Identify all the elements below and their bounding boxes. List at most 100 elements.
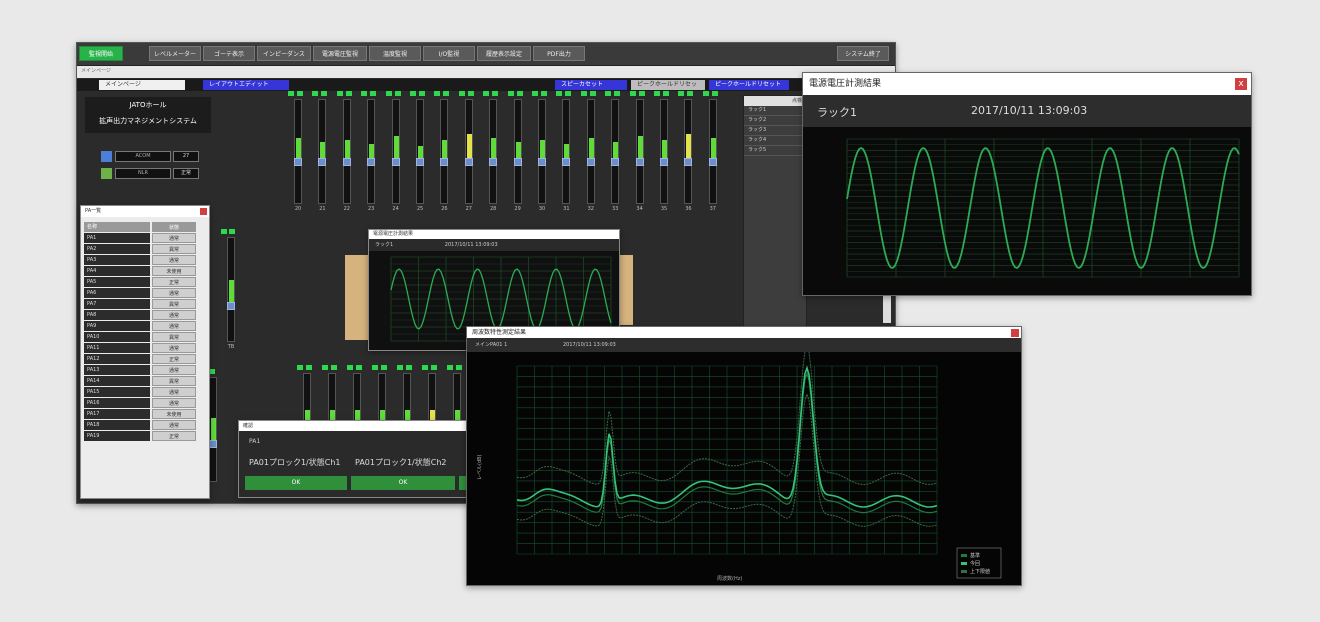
fader-track[interactable] xyxy=(684,99,693,204)
pa-status[interactable]: 異常 xyxy=(152,299,196,309)
pa-status[interactable]: 未使用 xyxy=(152,409,196,419)
fader-track[interactable] xyxy=(391,99,400,204)
system-exit-button[interactable]: システム終了 xyxy=(837,46,889,61)
fader-knob[interactable] xyxy=(342,158,351,166)
fader-track[interactable] xyxy=(209,377,217,482)
pa-status[interactable]: 通常 xyxy=(152,420,196,430)
tab-peak-reset-a[interactable]: ピークホールドリセット xyxy=(631,80,705,98)
fader-knob[interactable] xyxy=(440,158,449,166)
fader-knob[interactable] xyxy=(611,158,620,166)
close-icon[interactable] xyxy=(1011,329,1019,337)
fader-track[interactable] xyxy=(562,99,571,204)
fader-track[interactable] xyxy=(660,99,668,204)
temperature-button[interactable]: 温度監視 xyxy=(369,46,421,61)
fader-knob[interactable] xyxy=(660,158,668,166)
pa-row[interactable]: PA12 正常 xyxy=(84,354,206,365)
tab-layout-edit[interactable]: レイアウトエディット xyxy=(203,80,289,90)
io-monitor-button[interactable]: I/O監視 xyxy=(423,46,475,61)
fader-track[interactable] xyxy=(464,99,473,204)
fader-knob[interactable] xyxy=(684,158,693,166)
pa-status[interactable]: 正常 xyxy=(152,354,196,364)
fader-track[interactable] xyxy=(227,237,235,342)
pa-status[interactable]: 通常 xyxy=(152,255,196,265)
pa-row[interactable]: PA8 通常 xyxy=(84,310,206,321)
pa-row[interactable]: PA18 通常 xyxy=(84,420,206,431)
fader-track[interactable] xyxy=(342,99,351,204)
pa-row[interactable]: PA5 正常 xyxy=(84,277,206,288)
fader-track[interactable] xyxy=(538,99,546,204)
pa-status[interactable]: 通常 xyxy=(152,288,196,298)
fader-knob[interactable] xyxy=(391,158,400,166)
start-monitor-button[interactable]: 監視開始 xyxy=(79,46,123,61)
pa-status[interactable]: 異常 xyxy=(152,376,196,386)
fader-track[interactable] xyxy=(416,99,424,204)
fader-track[interactable] xyxy=(440,99,449,204)
pa-status[interactable]: 未使用 xyxy=(152,266,196,276)
fader-knob[interactable] xyxy=(562,158,571,166)
fader-knob[interactable] xyxy=(586,158,595,166)
impedance-button[interactable]: インピーダンス xyxy=(257,46,311,61)
fader-knob[interactable] xyxy=(294,158,302,166)
pa-status[interactable]: 異常 xyxy=(152,332,196,342)
rack-list-item[interactable]: ラック3 xyxy=(744,126,806,136)
pa-row[interactable]: PA16 通常 xyxy=(84,398,206,409)
pa-status[interactable]: 正常 xyxy=(152,277,196,287)
pa-status[interactable]: 通常 xyxy=(152,387,196,397)
fader-track[interactable] xyxy=(367,99,376,204)
pa-row[interactable]: PA14 異常 xyxy=(84,376,206,387)
pa-status[interactable]: 通常 xyxy=(152,321,196,331)
pa-status[interactable]: 異常 xyxy=(152,244,196,254)
pa-row[interactable]: PA3 通常 xyxy=(84,255,206,266)
pa-row[interactable]: PA15 通常 xyxy=(84,387,206,398)
pa-row[interactable]: PA6 通常 xyxy=(84,288,206,299)
ok-button[interactable]: OK xyxy=(351,476,455,490)
pa-row[interactable]: PA4 未使用 xyxy=(84,266,206,277)
pa-status[interactable]: 通常 xyxy=(152,310,196,320)
close-icon[interactable]: x xyxy=(1235,78,1247,90)
tab-speaker-set[interactable]: スピーカセット xyxy=(555,80,627,90)
fader-knob[interactable] xyxy=(227,302,235,310)
fader-knob[interactable] xyxy=(318,158,327,166)
pa-row[interactable]: PA2 異常 xyxy=(84,244,206,255)
fader-knob[interactable] xyxy=(538,158,546,166)
history-settings-button[interactable]: 履歴表示設定 xyxy=(477,46,531,61)
rack-list-item[interactable]: ラック4 xyxy=(744,136,806,146)
tab-main-page[interactable]: メインページ xyxy=(99,80,185,90)
fader-track[interactable] xyxy=(294,99,302,204)
gote-display-button[interactable]: ゴーテ表示 xyxy=(203,46,255,61)
fader-knob[interactable] xyxy=(367,158,376,166)
fader-track[interactable] xyxy=(489,99,498,204)
fader-track[interactable] xyxy=(635,99,644,204)
fader-track[interactable] xyxy=(318,99,327,204)
ok-button[interactable]: OK xyxy=(245,476,347,490)
fader-knob[interactable] xyxy=(635,158,644,166)
pa-status[interactable]: 通常 xyxy=(152,365,196,375)
pa-row[interactable]: PA1 通常 xyxy=(84,233,206,244)
rack-list-item[interactable]: ラック1 xyxy=(744,106,806,116)
pa-row[interactable]: PA9 通常 xyxy=(84,321,206,332)
pa-row[interactable]: PA17 未使用 xyxy=(84,409,206,420)
fader-track[interactable] xyxy=(513,99,522,204)
pa-status[interactable]: 正常 xyxy=(152,431,196,441)
fader-track[interactable] xyxy=(708,99,717,204)
fader-knob[interactable] xyxy=(209,440,217,448)
tab-peak-reset-b[interactable]: ピークホールドリセット xyxy=(709,80,789,90)
pa-status[interactable]: 通常 xyxy=(152,398,196,408)
fader-knob[interactable] xyxy=(464,158,473,166)
pa-status[interactable]: 通常 xyxy=(152,343,196,353)
fader-track[interactable] xyxy=(586,99,595,204)
fader-knob[interactable] xyxy=(489,158,498,166)
pa-row[interactable]: PA11 通常 xyxy=(84,343,206,354)
pa-row[interactable]: PA7 異常 xyxy=(84,299,206,310)
level-meter-button[interactable]: レベルメーター xyxy=(149,46,201,61)
fader-knob[interactable] xyxy=(416,158,424,166)
pa-status[interactable]: 通常 xyxy=(152,233,196,243)
rack-list-item[interactable]: ラック5 xyxy=(744,146,806,156)
rack-list-item[interactable]: ラック2 xyxy=(744,116,806,126)
pa-row[interactable]: PA10 異常 xyxy=(84,332,206,343)
close-icon[interactable] xyxy=(200,208,207,215)
pdf-output-button[interactable]: PDF出力 xyxy=(533,46,585,61)
power-voltage-button[interactable]: 電源電圧監視 xyxy=(313,46,367,61)
fader-knob[interactable] xyxy=(513,158,522,166)
fader-track[interactable] xyxy=(611,99,620,204)
